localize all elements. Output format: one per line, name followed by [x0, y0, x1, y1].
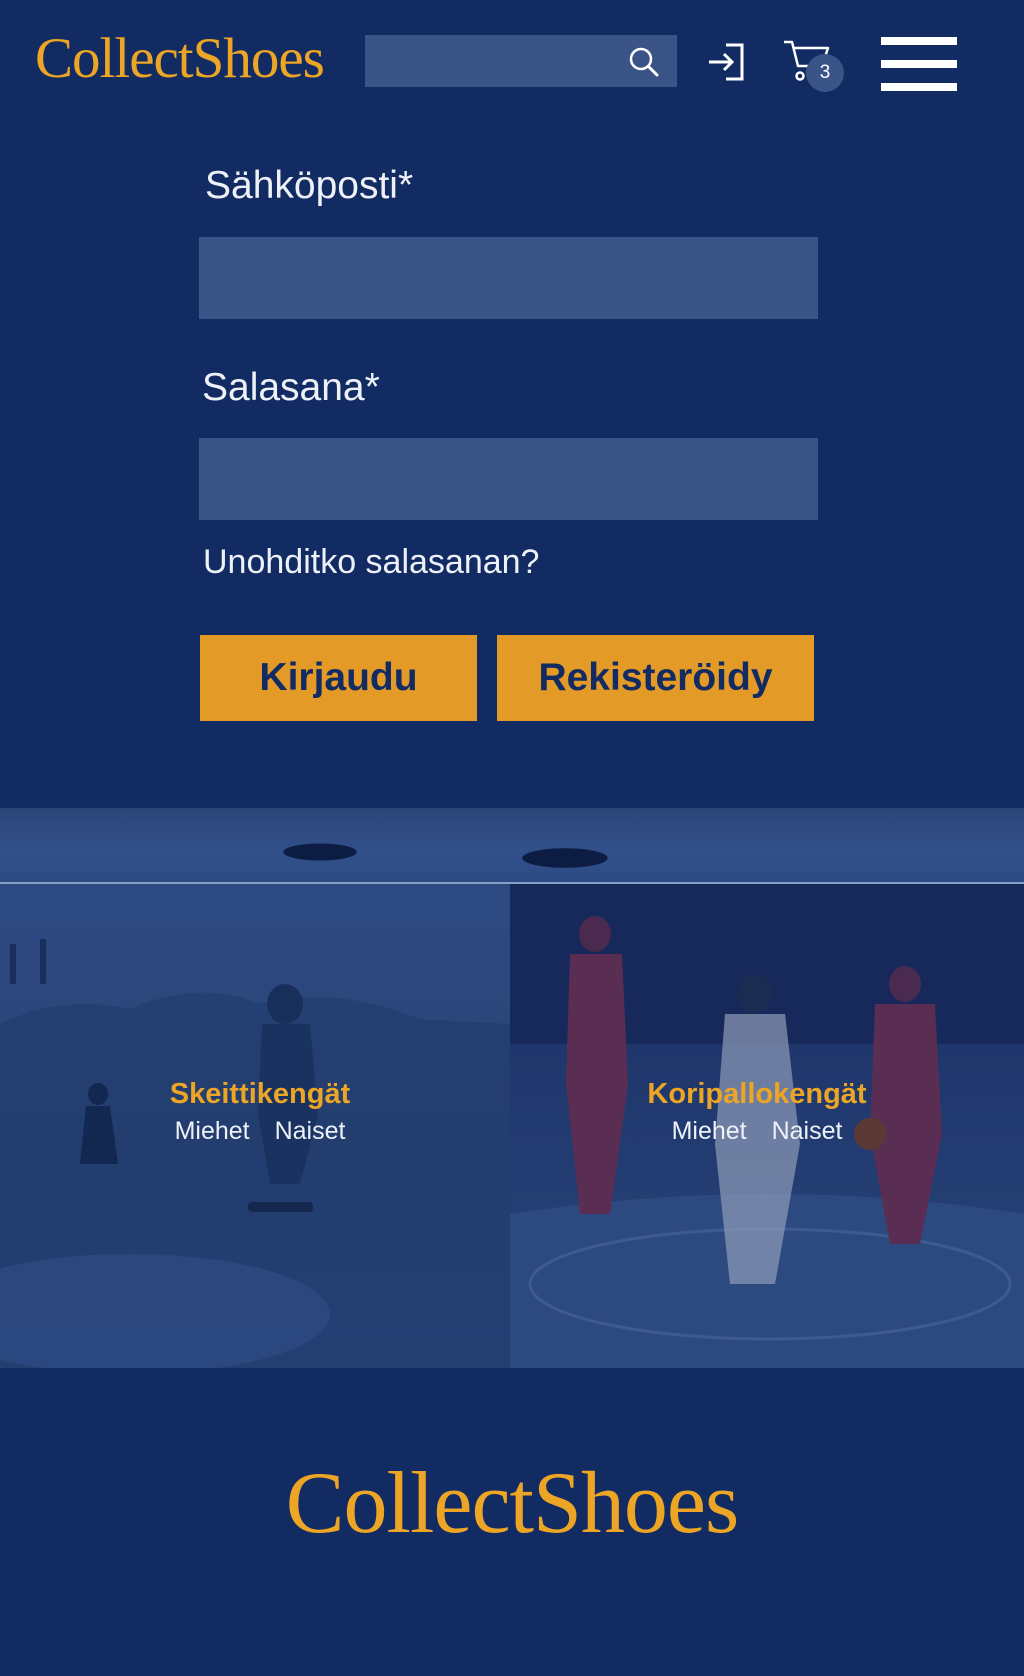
men-link[interactable]: Miehet: [672, 1117, 747, 1145]
category-gender-links: Miehet Naiset: [5, 1116, 510, 1146]
email-field[interactable]: [199, 237, 818, 319]
banner-image-strip: [0, 808, 1024, 882]
login-button[interactable]: Kirjaudu: [200, 635, 477, 721]
men-link[interactable]: Miehet: [175, 1117, 250, 1145]
category-title[interactable]: Skeittikengät: [5, 1077, 510, 1111]
login-icon[interactable]: [706, 41, 748, 83]
hamburger-menu-icon[interactable]: [881, 37, 957, 91]
category-tile-basketball[interactable]: Koripallokengät Miehet Naiset: [510, 884, 1024, 1368]
site-header: CollectShoes 3: [0, 0, 1024, 130]
category-tile-skate[interactable]: Skeittikengät Miehet Naiset: [0, 884, 510, 1368]
forgot-password-link[interactable]: Unohditko salasanan?: [203, 541, 539, 583]
search-box: [365, 35, 677, 87]
women-link[interactable]: Naiset: [772, 1117, 843, 1145]
category-gender-links: Miehet Naiset: [510, 1116, 1014, 1146]
footer-logo[interactable]: CollectShoes: [0, 1454, 1024, 1554]
search-icon[interactable]: [627, 45, 661, 79]
email-label: Sähköposti*: [205, 164, 414, 207]
site-logo[interactable]: CollectShoes: [35, 26, 325, 92]
category-title[interactable]: Koripallokengät: [510, 1077, 1014, 1111]
password-label: Salasana*: [202, 366, 380, 409]
cart-count-badge: 3: [806, 54, 844, 92]
password-field[interactable]: [199, 438, 818, 520]
women-link[interactable]: Naiset: [275, 1117, 346, 1145]
register-button[interactable]: Rekisteröidy: [497, 635, 814, 721]
